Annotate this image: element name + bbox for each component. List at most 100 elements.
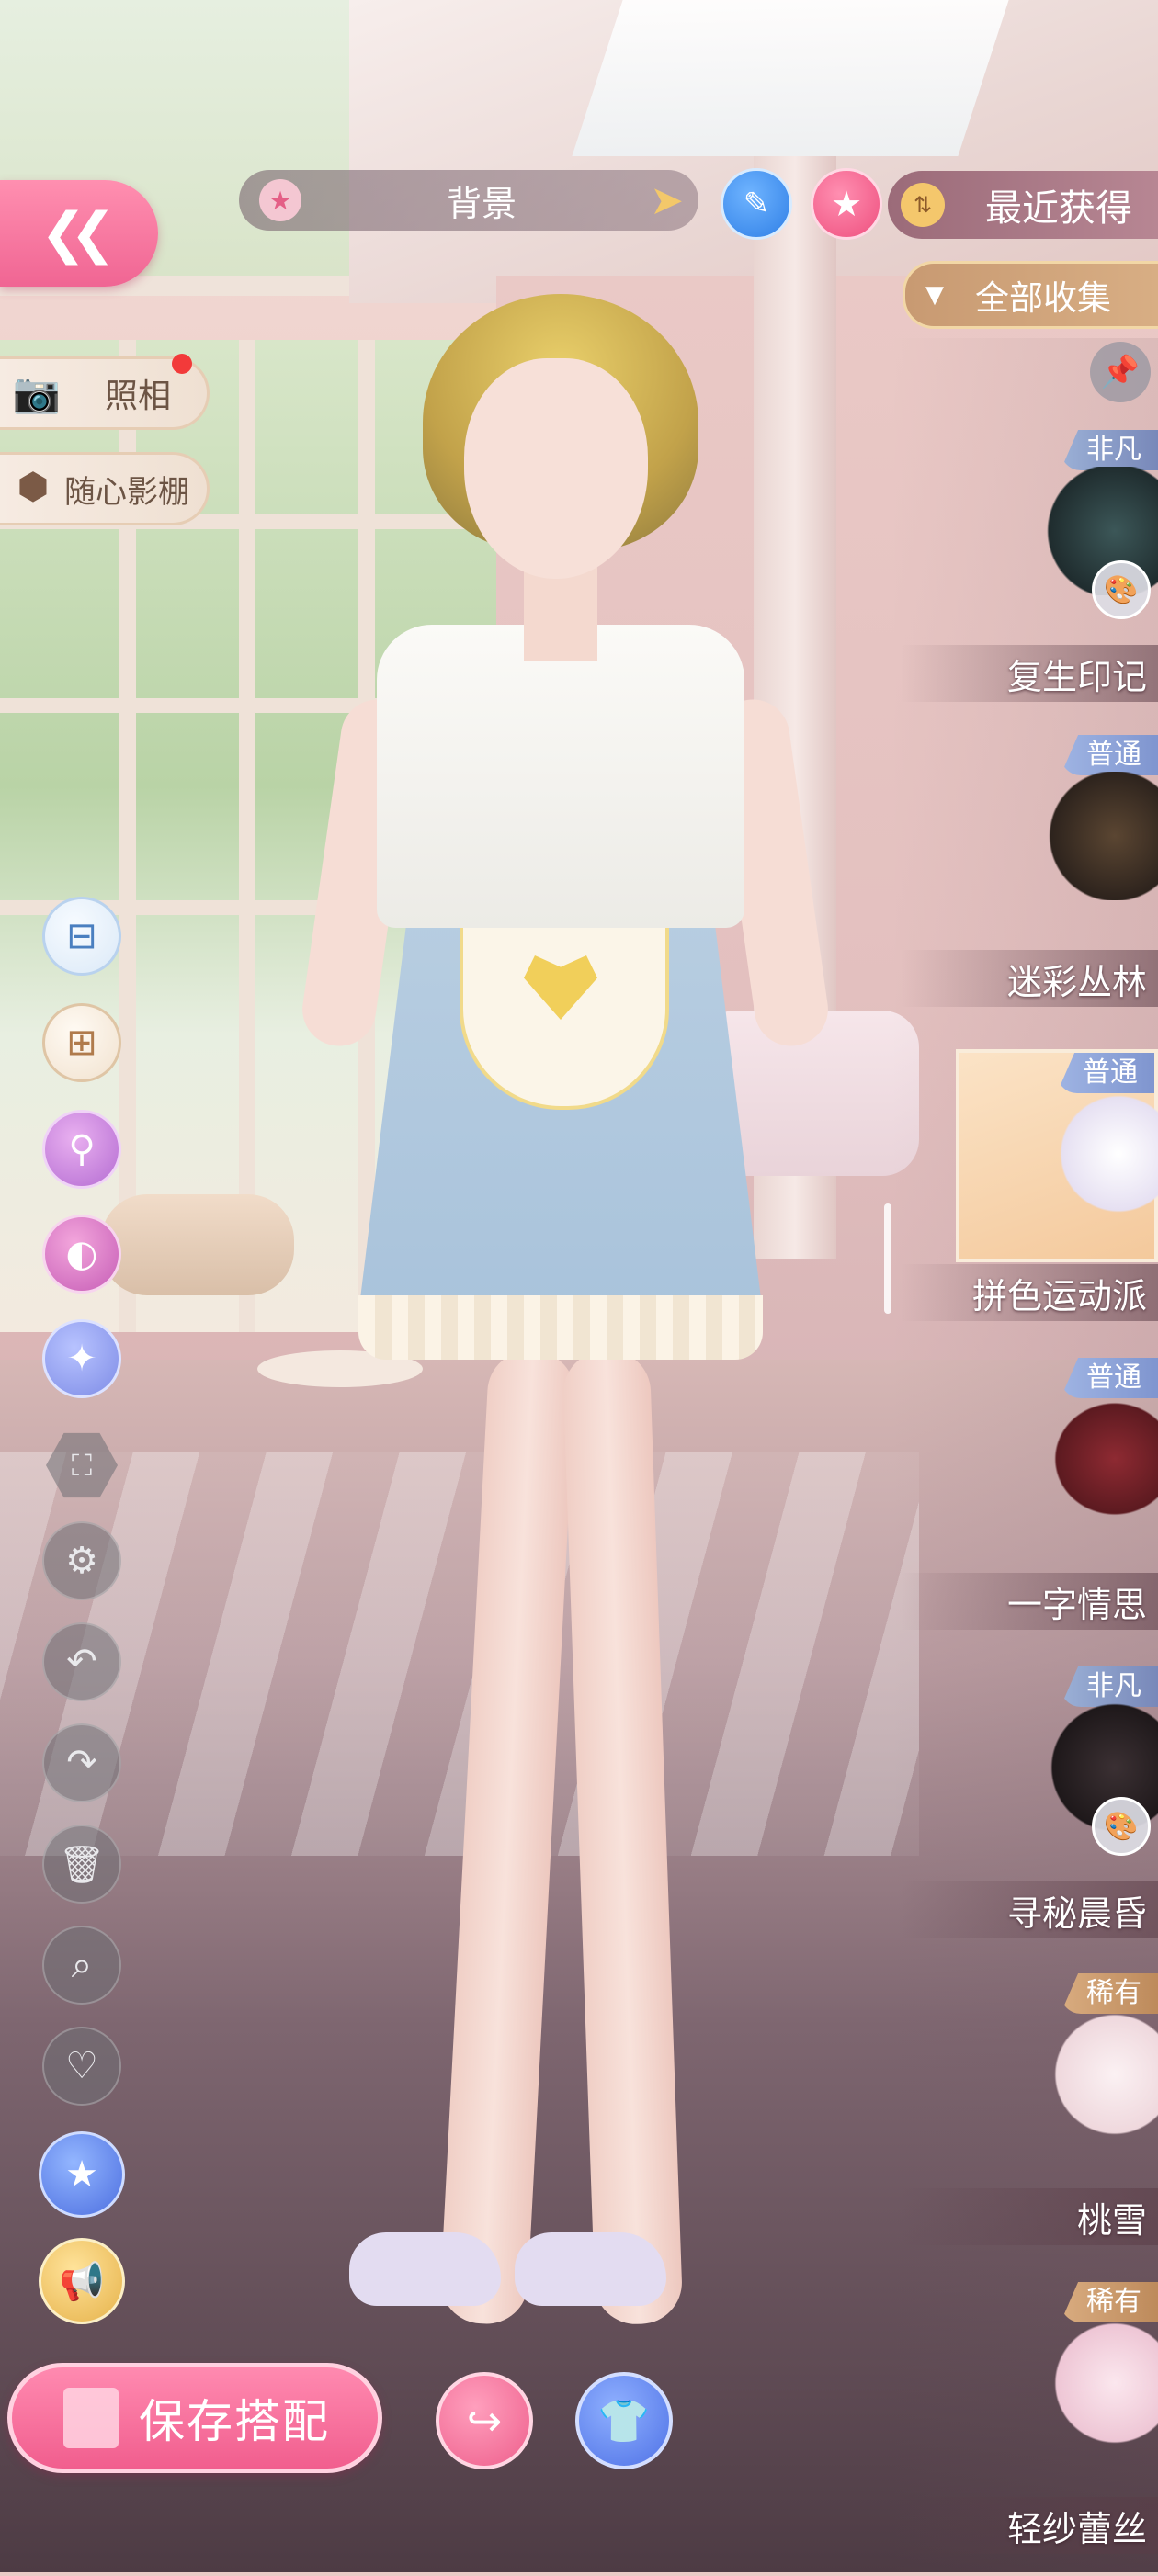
magnifier-swap-button[interactable]: ⚲ — [42, 1110, 121, 1189]
settings-button[interactable]: ⚙ — [42, 1521, 121, 1600]
share-button[interactable]: ↪ — [436, 2372, 533, 2469]
fullscreen-icon: ⛶ — [71, 1447, 93, 1483]
background-label: 背景 — [446, 183, 517, 224]
outfit-scan-button[interactable]: 👕 — [575, 2372, 673, 2469]
delete-button[interactable]: 🗑 — [42, 1825, 121, 1904]
studio-label: 随心影棚 — [64, 473, 189, 511]
studio-button[interactable]: ⬢ 随心影棚 — [0, 452, 210, 525]
sort-arrows-icon: ⇅ — [901, 183, 945, 227]
item-card: 普通 — [956, 735, 1158, 948]
triangle-down-icon: ▼ — [925, 281, 944, 309]
star-icon: ★ — [259, 179, 301, 221]
megaphone-icon: 📢 — [59, 2260, 105, 2303]
rarity-badge: 稀有 — [1061, 1973, 1158, 2014]
pencil-icon: ✎ — [743, 186, 770, 222]
pin-button[interactable]: 📌 — [1090, 342, 1151, 402]
character-leg — [562, 1349, 684, 2326]
character-model[interactable] — [297, 276, 834, 2407]
copy-add-button[interactable]: ⊞ — [42, 1003, 121, 1082]
sort-dropdown[interactable]: ⇅ 最近获得 — [888, 171, 1158, 239]
double-chevron-left-icon: ❮❮ — [40, 201, 116, 266]
palette-icon[interactable]: 🎨 — [1092, 560, 1151, 619]
save-outfit-button[interactable]: 保存搭配 — [7, 2363, 382, 2473]
magnifier-swap-icon: ⚲ — [68, 1128, 96, 1170]
photo-label: 照相 — [105, 378, 172, 415]
favorite-button[interactable]: ★ — [811, 168, 882, 240]
list-item[interactable]: 非凡 🎨 寻秘晨昏 — [901, 1666, 1158, 1960]
list-item-selected[interactable]: 普通 拼色运动派 — [901, 1049, 1158, 1343]
item-card: 普通 — [956, 1049, 1158, 1262]
redo-icon: ↷ — [66, 1742, 97, 1784]
item-thumbnail — [1046, 1395, 1158, 1523]
search-button[interactable]: ⌕ — [42, 1926, 121, 2005]
palette-button[interactable]: ◐ — [42, 1215, 121, 1294]
gear-icon: ⚙ — [65, 1540, 98, 1582]
rarity-badge: 普通 — [1061, 1358, 1158, 1398]
undo-button[interactable]: ↶ — [42, 1622, 121, 1701]
list-item[interactable]: 稀有 轻纱蕾丝 — [901, 2282, 1158, 2576]
rarity-badge: 非凡 — [1061, 430, 1158, 470]
list-item[interactable]: 普通 一字情思 — [901, 1358, 1158, 1652]
item-card: 非凡 🎨 — [956, 1666, 1158, 1880]
sparkle-button[interactable]: ✦ — [42, 1319, 121, 1398]
item-thumbnail — [1050, 1090, 1158, 1218]
ottoman — [101, 1194, 294, 1295]
rarity-badge: 稀有 — [1061, 2282, 1158, 2322]
edit-button[interactable]: ✎ — [721, 168, 792, 240]
list-item[interactable]: 普通 迷彩丛林 — [901, 735, 1158, 1029]
camera-icon: 📷 — [12, 370, 62, 415]
background-selector[interactable]: ★ 背景 ➤ — [239, 170, 698, 231]
pin-icon: 📌 — [1100, 354, 1141, 390]
item-card: 稀有 — [956, 1973, 1158, 2186]
filter-dropdown[interactable]: ▼ 全部收集 — [903, 261, 1158, 329]
like-button[interactable]: ♡ — [42, 2027, 121, 2106]
item-name: 一字情思 — [1006, 1585, 1147, 1625]
scrollbar[interactable] — [884, 1203, 891, 1314]
cup-button[interactable]: ⊟ — [42, 897, 121, 976]
skylight — [572, 0, 1009, 156]
palette-icon: ◐ — [65, 1233, 98, 1275]
back-button[interactable]: ❮❮ — [0, 180, 158, 287]
list-item[interactable]: 稀有 桃雪 — [901, 1973, 1158, 2267]
announce-button[interactable]: 📢 — [39, 2238, 125, 2324]
rarity-badge: 普通 — [1057, 1053, 1154, 1093]
item-name: 轻纱蕾丝 — [1006, 2509, 1147, 2549]
cube-icon: ⬢ — [17, 466, 50, 508]
copy-add-icon: ⊞ — [66, 1022, 97, 1064]
save-outfit-icon — [63, 2388, 119, 2448]
item-thumbnail — [1046, 772, 1158, 900]
item-name: 复生印记 — [1006, 657, 1147, 697]
character-shoe — [515, 2232, 666, 2306]
item-name: 桃雪 — [1076, 2200, 1147, 2241]
star-badge-button[interactable]: ★ — [39, 2131, 125, 2218]
star-badge-icon: ★ — [65, 2153, 98, 2196]
item-card: 非凡 🎨 — [956, 430, 1158, 643]
sparkle-icon: ✦ — [66, 1338, 97, 1380]
item-name: 寻秘晨昏 — [1006, 1893, 1147, 1934]
item-thumbnail — [1046, 2010, 1158, 2139]
share-arrow-icon: ↪ — [466, 2396, 503, 2446]
undo-icon: ↶ — [66, 1641, 97, 1683]
item-card: 普通 — [956, 1358, 1158, 1571]
redo-button[interactable]: ↷ — [42, 1723, 121, 1802]
arrow-right-icon: ➤ — [650, 177, 684, 224]
palette-icon[interactable]: 🎨 — [1092, 1797, 1151, 1856]
item-card: 稀有 — [956, 2282, 1158, 2495]
skirt-lace — [358, 1295, 763, 1360]
window-frame — [239, 340, 255, 1332]
photo-button[interactable]: 📷 照相 — [0, 354, 210, 430]
sort-label: 最近获得 — [985, 187, 1132, 230]
list-item[interactable]: 非凡 🎨 复生印记 — [901, 430, 1158, 724]
character-shoe — [349, 2232, 501, 2306]
trash-icon: 🗑 — [58, 1843, 106, 1886]
shirt-icon: 👕 — [597, 2395, 651, 2446]
search-icon: ⌕ — [71, 1944, 93, 1986]
rarity-badge: 普通 — [1061, 735, 1158, 775]
star-icon: ★ — [830, 184, 863, 224]
item-name: 拼色运动派 — [971, 1276, 1147, 1316]
heart-icon: ♡ — [65, 2045, 98, 2087]
rarity-badge: 非凡 — [1061, 1666, 1158, 1707]
notification-dot — [172, 354, 192, 374]
character-shirt — [377, 625, 744, 928]
filter-label: 全部收集 — [975, 278, 1111, 318]
